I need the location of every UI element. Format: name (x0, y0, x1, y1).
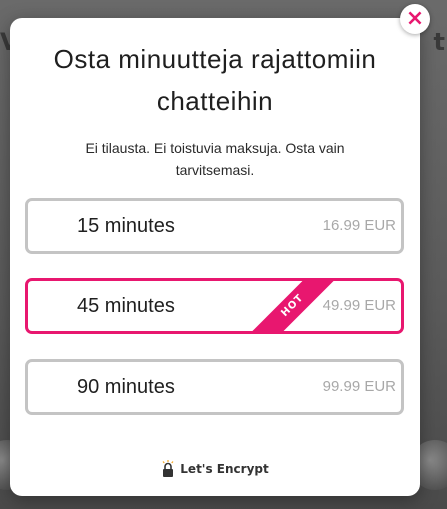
option-duration: 15 minutes (77, 215, 175, 237)
background-heading-right: t (433, 28, 445, 56)
lock-icon (162, 460, 174, 477)
option-duration: 90 minutes (77, 376, 175, 398)
close-icon: × (405, 5, 425, 31)
option-90-minutes[interactable]: 90 minutes 99.99 EUR (25, 359, 404, 415)
modal-title: Osta minuutteja rajattomiin chatteihin (53, 44, 377, 116)
security-badge: Let's Encrypt (10, 458, 420, 480)
close-button[interactable]: × (400, 4, 430, 34)
modal-subtitle: Ei tilausta. Ei toistuvia maksuja. Osta … (85, 140, 345, 178)
option-15-minutes[interactable]: 15 minutes 16.99 EUR (25, 198, 404, 254)
security-label: Let's Encrypt (180, 462, 269, 476)
option-45-minutes[interactable]: 45 minutes HOT 49.99 EUR (25, 278, 404, 334)
option-price: 49.99 EUR (322, 297, 396, 314)
option-price: 16.99 EUR (322, 217, 396, 234)
option-duration: 45 minutes (77, 295, 175, 317)
purchase-minutes-modal: Osta minuutteja rajattomiin chatteihin E… (10, 18, 420, 496)
option-price: 99.99 EUR (322, 378, 396, 395)
